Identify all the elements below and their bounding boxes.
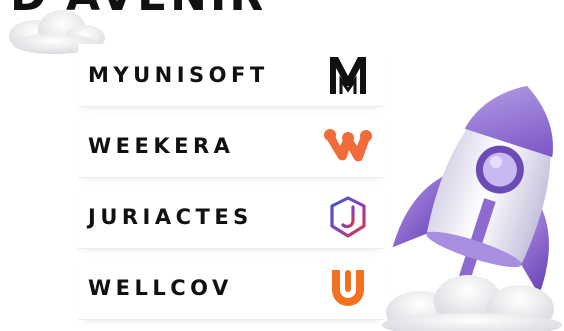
brand-list: MYUNISOFT WEEKERA JURIACTES WELLCOV [78, 44, 384, 328]
myunisoft-logo-icon [324, 51, 372, 99]
brand-row-weekera: WEEKERA [78, 115, 384, 178]
wellcov-logo-icon [324, 264, 372, 312]
juriactes-logo-icon [324, 193, 372, 241]
brand-row-myunisoft: MYUNISOFT [78, 44, 384, 107]
brand-row-wellcov: WELLCOV [78, 257, 384, 320]
brand-name: WEEKERA [88, 134, 235, 158]
cloud-icon [382, 275, 562, 331]
brand-row-juriactes: JURIACTES [78, 186, 384, 249]
brand-name: WELLCOV [88, 276, 233, 300]
brand-name: JURIACTES [88, 205, 253, 229]
weekera-logo-icon [324, 122, 372, 170]
brand-name: MYUNISOFT [88, 63, 269, 87]
